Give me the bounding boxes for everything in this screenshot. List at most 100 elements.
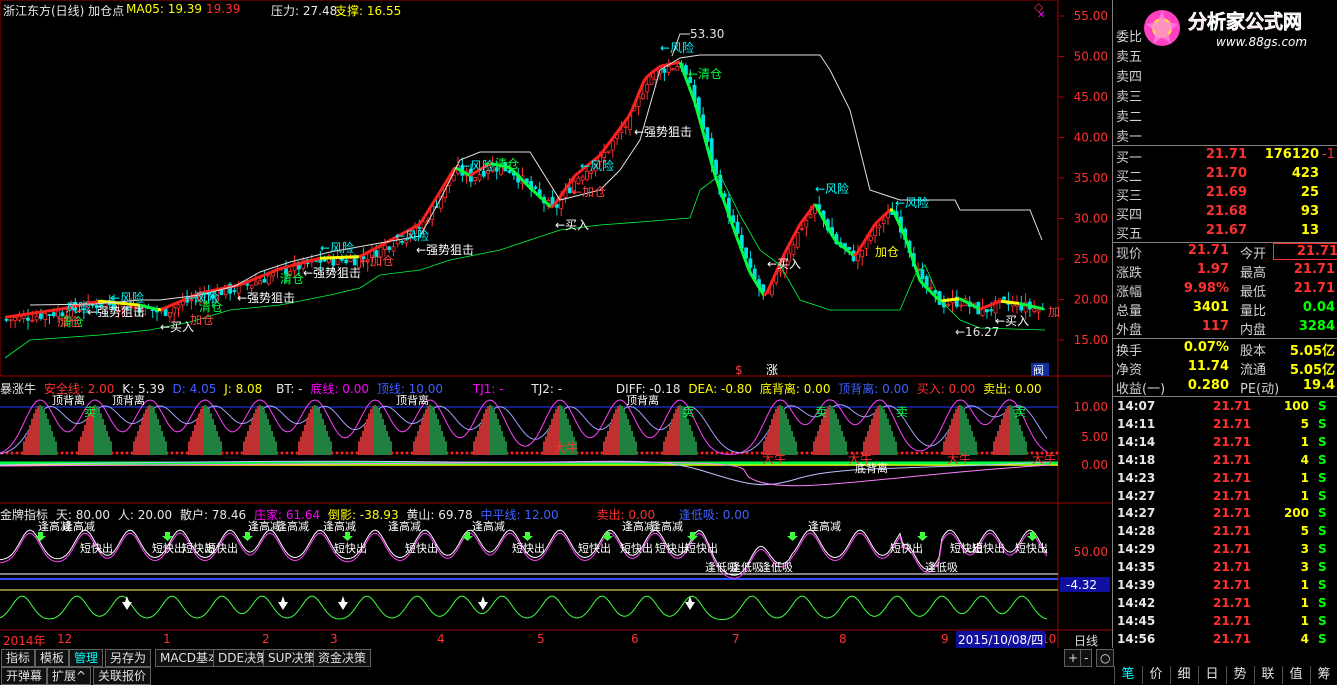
close-icon[interactable]: ✕: [1037, 10, 1045, 21]
candle-body: [985, 309, 989, 313]
zoom-button[interactable]: -: [1080, 649, 1093, 667]
tab-1[interactable]: 模板: [35, 649, 70, 667]
safe-dot: [125, 451, 129, 455]
zoom-button[interactable]: ○: [1096, 649, 1115, 667]
quick-out-mark: 短快出: [890, 541, 923, 555]
ask-row[interactable]: 卖四: [1113, 65, 1337, 85]
ma-segment: [415, 223, 420, 228]
candle-body: [34, 315, 39, 321]
indicator1-header: 暴涨牛 安全线: 2.00 K: 5.39 D: 4.05 J: 8.08 BT…: [0, 380, 1042, 397]
bid-row[interactable]: 买四 21.68 93: [1113, 203, 1337, 223]
chart-signal: ←强势狙击: [416, 243, 474, 257]
safe-dot: [170, 451, 174, 455]
ma-segment: [283, 265, 288, 270]
kline-chart[interactable]: 55.0050.0045.0040.0035.0030.0025.0020.00…: [0, 0, 1112, 648]
ma-segment: [858, 242, 865, 250]
safe-dot: [400, 451, 404, 455]
indicator2-name[interactable]: 金牌指标: [0, 508, 48, 522]
bt-value: BT: -: [276, 382, 303, 396]
candle-body: [860, 250, 865, 258]
bid-row[interactable]: 买三 21.69 25: [1113, 184, 1337, 204]
top-div: 顶背离: 0.00: [838, 382, 909, 396]
ask-row[interactable]: 卖三: [1113, 85, 1337, 105]
stat-label: 涨跌: [1116, 266, 1143, 281]
safe-dot: [335, 451, 339, 455]
ma-segment: [574, 171, 579, 177]
high-reduce-mark: 逢高减: [808, 519, 841, 533]
ma-segment: [603, 143, 610, 150]
quote-panel: 委比 卖五 卖四 卖三 卖二 卖一 买一 21.71 176120 -1 买二 21.70 423 买三…: [1112, 0, 1337, 648]
low-buy-mark: 逢低吸: [925, 561, 958, 574]
quote-tab[interactable]: 筹: [1310, 666, 1337, 684]
bid-row[interactable]: 买五 21.67 13: [1113, 222, 1337, 242]
ma-segment: [982, 305, 987, 310]
tab-7[interactable]: 资金决策: [313, 649, 372, 667]
ma-segment: [268, 270, 273, 275]
tick-row: 14:14 21.71 1 S: [1113, 435, 1337, 453]
ma-segment: [540, 197, 547, 203]
quote-tab[interactable]: 价: [1142, 666, 1169, 684]
stat-value: 9.98%: [1183, 281, 1229, 296]
safe-dot: [520, 451, 524, 455]
tick-side: S: [1318, 595, 1327, 610]
safe-dot: [70, 451, 74, 455]
tick-time: 14:56: [1117, 631, 1156, 646]
ma-segment: [988, 302, 993, 307]
chart-signal: ←买入: [555, 218, 589, 232]
tab-0[interactable]: 指标: [1, 649, 36, 667]
bid-row[interactable]: 买二 21.70 423: [1113, 165, 1337, 185]
safe-dot: [525, 451, 529, 455]
ma-segment: [295, 262, 300, 266]
stat-label: 内盘: [1240, 323, 1267, 338]
down-arrow-icon: [522, 532, 533, 541]
tab2-2[interactable]: 关联报价: [93, 667, 152, 685]
chart-area[interactable]: 55.00 50.00 45.00 40.00 35.00 30.00 25.00 20.00…: [0, 0, 1112, 648]
ma-segment: [696, 113, 703, 125]
safe-dot: [290, 451, 294, 455]
quote-tab[interactable]: 日: [1198, 666, 1225, 684]
quote-tab[interactable]: 笔: [1114, 666, 1141, 684]
candle-body: [219, 289, 224, 296]
candle-body: [666, 66, 671, 73]
ma-segment: [169, 303, 174, 308]
spike-marker: [122, 596, 132, 610]
safe-dot: [235, 451, 239, 455]
ask-row[interactable]: 卖一: [1113, 125, 1337, 145]
stat-label: 流通: [1240, 363, 1267, 378]
tick-side: S: [1318, 578, 1327, 592]
quote-tab[interactable]: 联: [1254, 666, 1281, 684]
safe-dot: [455, 451, 459, 455]
tab-6[interactable]: SUP决策: [263, 649, 321, 667]
tab-3[interactable]: 另存为: [105, 649, 152, 667]
stat-value: 21.71: [1293, 281, 1335, 296]
ma-segment: [1024, 303, 1029, 307]
stat-row: 总量 3401 量比 0.04: [1113, 300, 1337, 319]
period-label[interactable]: 日线: [1074, 632, 1098, 649]
ma-segment: [280, 266, 285, 270]
indicator1-name[interactable]: 暴涨牛: [0, 382, 36, 396]
ma-segment: [735, 237, 742, 247]
stat-label: 股本: [1240, 344, 1267, 359]
quick-out-mark: 短快出: [685, 541, 718, 555]
stat-value: 0.280: [1187, 378, 1229, 393]
chart-signal: ←加仓: [572, 185, 606, 199]
safe-dot: [935, 451, 939, 455]
stat-label: 总量: [1116, 304, 1143, 319]
ma-segment: [271, 269, 276, 274]
bid-volume: 25: [1300, 185, 1319, 200]
ma-segment: [163, 305, 168, 310]
ma-segment: [606, 139, 613, 146]
ma-line: [4, 60, 1044, 319]
ma-segment: [835, 240, 840, 245]
tick-time: 14:18: [1117, 452, 1156, 467]
ma-segment: [178, 299, 183, 304]
bid-row[interactable]: 买一 21.71 176120 -1: [1113, 146, 1337, 166]
ind2-current-value: -4.32: [1066, 578, 1097, 592]
quote-tab[interactable]: 值: [1282, 666, 1309, 684]
tab2-0[interactable]: 开弹幕: [1, 667, 48, 685]
quote-tab[interactable]: 细: [1170, 666, 1197, 684]
quote-tab[interactable]: 势: [1226, 666, 1253, 684]
tab2-1[interactable]: 扩展^: [47, 667, 92, 685]
tab-2[interactable]: 管理: [69, 649, 104, 667]
ask-row[interactable]: 卖二: [1113, 105, 1337, 125]
